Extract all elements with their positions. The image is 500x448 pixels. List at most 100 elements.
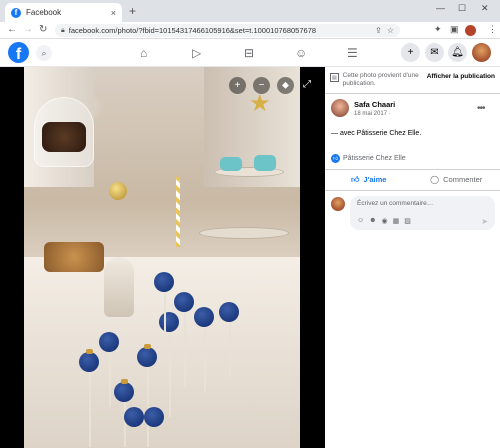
account-avatar[interactable] — [472, 43, 491, 62]
home-icon[interactable]: ⌂ — [140, 46, 147, 60]
thumbs-up-icon: 👍︎ — [331, 154, 340, 163]
cake-pop-stick — [109, 347, 111, 407]
comment-input[interactable]: Écrivez un commentaire… ☺ ☻ ◉ ▦ ▨ ➤ — [350, 196, 495, 230]
browser-tab[interactable]: f Facebook × — [5, 3, 122, 22]
chrome-menu-icon[interactable]: ⋮ — [488, 24, 497, 35]
angel-figurine — [104, 257, 134, 317]
groups-icon[interactable]: ☺ — [295, 46, 307, 60]
address-bar[interactable]: 🔒︎ facebook.com/photo/?fbid=101543174661… — [55, 24, 400, 37]
fullscreen-icon[interactable]: ⤢ — [303, 79, 311, 90]
create-icon[interactable]: + — [401, 43, 420, 62]
minimize-button[interactable]: — — [436, 3, 445, 13]
comment-placeholder: Écrivez un commentaire… — [357, 200, 434, 207]
forward-icon[interactable]: → — [23, 24, 33, 35]
commenter-avatar — [331, 197, 345, 211]
bookmark-star-icon[interactable]: ☆ — [387, 26, 394, 35]
browser-tab-strip: f Facebook × + — ☐ ✕ — [0, 0, 500, 22]
post-date-text: 18 mai 2017 — [354, 110, 388, 117]
cake-pop-stick — [229, 317, 231, 377]
cake-pop-topper — [86, 349, 93, 354]
new-tab-button[interactable]: + — [129, 4, 136, 18]
menu-icon[interactable]: ☰ — [347, 46, 358, 60]
side-panel-icon[interactable]: ▣ — [450, 24, 459, 35]
chocolates — [42, 122, 86, 152]
cake-pop-topper — [144, 344, 151, 349]
post-caption: — avec Pâtisserie Chez Elle. — [331, 130, 422, 137]
divider — [325, 169, 500, 170]
cake-pop — [194, 307, 214, 327]
search-icon[interactable]: ⌕ — [36, 45, 52, 61]
privacy-icon: · — [388, 110, 391, 117]
cake-pop — [159, 312, 179, 332]
marketplace-icon[interactable]: ⊟ — [244, 46, 254, 60]
cake-pop-stick — [164, 287, 166, 337]
cake-pop — [99, 332, 119, 352]
divider — [325, 190, 500, 191]
lock-icon: 🔒︎ — [61, 26, 65, 34]
post-icon: ▤ — [330, 73, 339, 82]
extensions-icon[interactable]: ✦ — [434, 24, 442, 35]
cake-pop — [137, 347, 157, 367]
cake-pop-topper — [121, 379, 128, 384]
tagged-page[interactable]: 👍︎ Pâtisserie Chez Elle — [331, 154, 406, 163]
post-actions: 👍︎ J'aime ◯ Commenter — [325, 171, 500, 188]
like-button[interactable]: 👍︎ J'aime — [325, 171, 413, 188]
cupcake — [220, 157, 242, 171]
notifications-icon[interactable]: 🔔︎ — [448, 43, 467, 62]
camera-icon[interactable]: ◉ — [382, 217, 388, 225]
cake-pop-stick — [89, 367, 91, 447]
post-author: Safa Chaari 18 mai 2017 · — [331, 99, 395, 117]
maximize-button[interactable]: ☐ — [458, 3, 466, 14]
url-text[interactable]: facebook.com/photo/?fbid=101543174661059… — [69, 26, 370, 35]
tag-icon[interactable]: ⬥ — [277, 77, 294, 94]
view-post-link[interactable]: Afficher la publication — [427, 73, 495, 80]
profile-avatar[interactable] — [465, 25, 476, 36]
facebook-logo[interactable]: f — [8, 42, 29, 63]
reload-icon[interactable]: ↻ — [39, 24, 47, 35]
cake-pop-stick — [147, 362, 149, 447]
post-date[interactable]: 18 mai 2017 · — [354, 111, 395, 117]
facebook-favicon-icon: f — [11, 7, 21, 18]
comment-icon: ◯ — [430, 175, 440, 184]
photo-dessert-table[interactable]: ★ — [24, 67, 300, 448]
facebook-header: f ⌕ ⌂ ▷ ⊟ ☺ ☰ + ✉ 🔔︎ — [0, 39, 500, 67]
tab-close-icon[interactable]: × — [111, 8, 116, 18]
cake-pop — [144, 407, 164, 427]
zoom-in-icon[interactable]: + — [229, 77, 246, 94]
cupcake — [254, 155, 276, 171]
author-avatar[interactable] — [331, 99, 349, 117]
divider — [325, 93, 500, 94]
cake-pop — [114, 382, 134, 402]
cake-pop — [174, 292, 194, 312]
cake-pop — [154, 272, 174, 292]
comment-tools: ☺ ☻ ◉ ▦ ▨ — [357, 217, 416, 225]
cake-pop — [219, 302, 239, 322]
cake-pop-stick — [204, 322, 206, 392]
share-icon[interactable]: ⇪ — [375, 26, 382, 35]
comment-composer: Écrivez un commentaire… ☺ ☻ ◉ ▦ ▨ ➤ — [331, 196, 495, 230]
send-icon[interactable]: ➤ — [481, 217, 488, 226]
back-icon[interactable]: ← — [7, 24, 17, 35]
cake-pop — [79, 352, 99, 372]
comment-button[interactable]: ◯ Commenter — [413, 171, 500, 188]
comment-label: Commenter — [443, 175, 483, 184]
messenger-icon[interactable]: ✉ — [425, 43, 444, 62]
tagged-page-name[interactable]: Pâtisserie Chez Elle — [343, 155, 406, 162]
sticker-icon[interactable]: ▨ — [404, 217, 411, 225]
source-notice: ▤ Cette photo provient d'une publication… — [330, 72, 495, 89]
author-name[interactable]: Safa Chaari — [354, 100, 395, 109]
cake-pop — [124, 407, 144, 427]
cake-pop-stick — [169, 327, 171, 417]
more-options-icon[interactable]: ••• — [477, 103, 485, 114]
cake-pop-stick — [184, 307, 186, 387]
cake-stand-bottom — [199, 227, 289, 239]
browser-toolbar: ← → ↻ 🔒︎ facebook.com/photo/?fbid=101543… — [0, 22, 500, 39]
zoom-out-icon[interactable]: − — [253, 77, 270, 94]
emoji-icon[interactable]: ☻ — [369, 217, 376, 225]
close-window-button[interactable]: ✕ — [481, 3, 489, 14]
gif-icon[interactable]: ▦ — [393, 217, 400, 225]
photo-side-panel: ▤ Cette photo provient d'une publication… — [325, 67, 500, 448]
watch-icon[interactable]: ▷ — [192, 46, 201, 60]
tab-title: Facebook — [26, 8, 62, 17]
avatar-sticker-icon[interactable]: ☺ — [357, 217, 364, 225]
